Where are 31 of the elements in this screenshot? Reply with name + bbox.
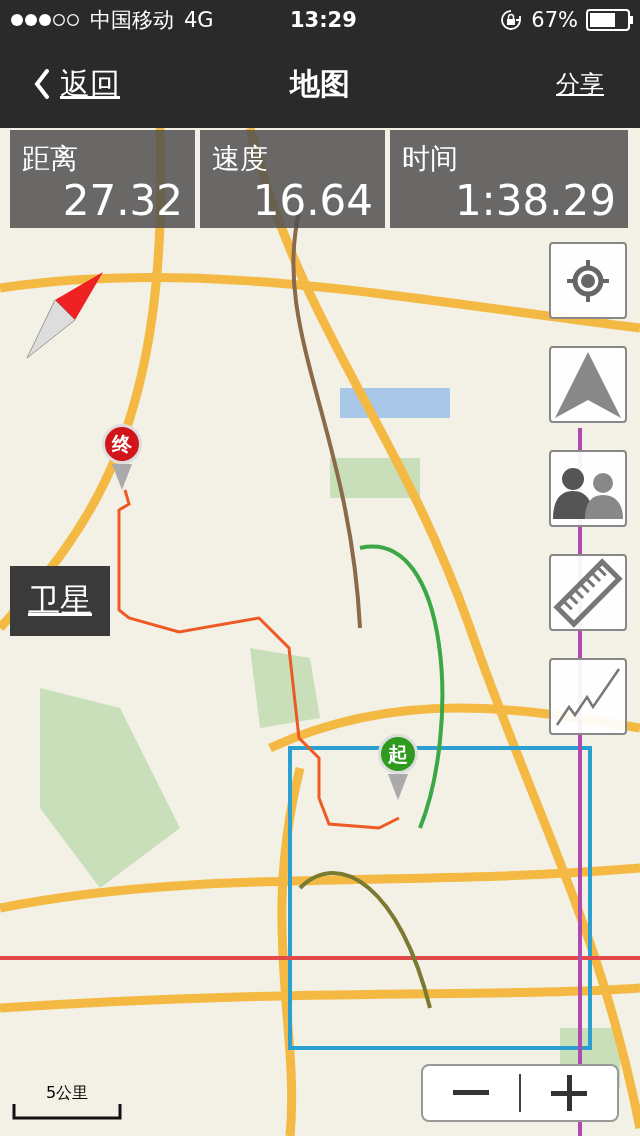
battery-icon bbox=[586, 9, 634, 31]
stat-label: 距离 bbox=[22, 141, 78, 177]
battery-percent: 67% bbox=[531, 8, 578, 32]
stat-label: 速度 bbox=[212, 141, 268, 177]
carrier-name: 中国移动 bbox=[90, 7, 174, 34]
stat-value: 1:38.29 bbox=[454, 180, 616, 222]
navigation-button[interactable] bbox=[549, 346, 627, 423]
ruler-button[interactable] bbox=[549, 554, 627, 631]
stat-value: 16.64 bbox=[252, 180, 373, 222]
back-link[interactable]: 返回 bbox=[34, 63, 120, 105]
network-type: 4G bbox=[184, 8, 214, 32]
ruler-icon bbox=[553, 557, 623, 628]
minus-icon bbox=[453, 1090, 489, 1096]
clock-time: 13:29 bbox=[290, 8, 357, 32]
chevron-left-icon bbox=[34, 69, 50, 99]
scale-label: 5公里 bbox=[45, 1083, 89, 1104]
stat-label: 时间 bbox=[402, 141, 458, 177]
map-view[interactable]: 距离 27.32 速度 16.64 时间 1:38.29 卫星 终 起 5公里 bbox=[0, 128, 640, 1136]
compass-icon bbox=[25, 270, 105, 360]
share-link[interactable]: 分享 bbox=[556, 68, 604, 100]
people-button[interactable] bbox=[549, 450, 627, 527]
stat-value: 27.32 bbox=[62, 180, 183, 222]
chart-button[interactable] bbox=[549, 658, 627, 735]
locate-button[interactable] bbox=[549, 242, 627, 319]
plus-icon bbox=[551, 1075, 587, 1111]
signal-icon bbox=[10, 13, 80, 27]
scale-bar-icon bbox=[12, 1104, 122, 1120]
screen-title: 地图 bbox=[288, 64, 351, 103]
line-chart-icon bbox=[555, 666, 621, 727]
rotation-lock-icon bbox=[499, 8, 524, 32]
satellite-button[interactable]: 卫星 bbox=[10, 566, 110, 636]
